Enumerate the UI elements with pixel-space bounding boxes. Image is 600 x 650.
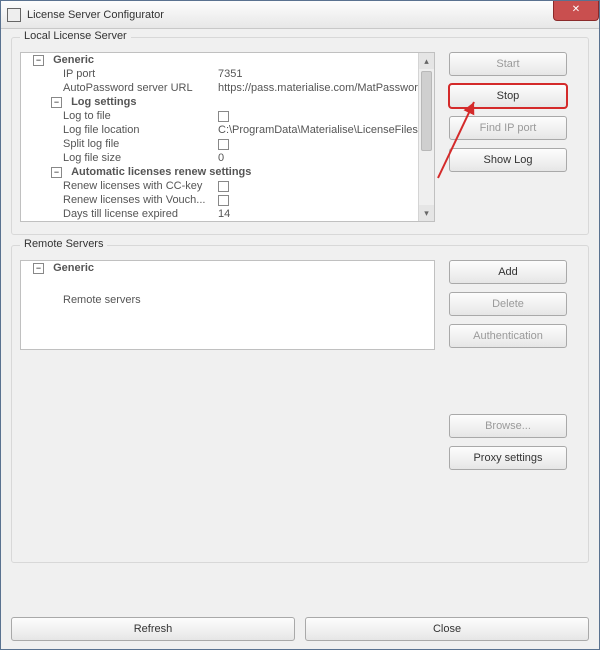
row-log-location-value[interactable]: C:\ProgramData\Materialise\LicenseFiles [216,123,418,137]
window: License Server Configurator ✕ Local Lice… [0,0,600,650]
browse-button[interactable]: Browse... [449,414,567,438]
collapse-icon[interactable]: − [33,55,44,66]
row-remote-servers-label: Remote servers [21,293,216,307]
row-days-till-label: Days till license expired [21,207,216,221]
stop-button[interactable]: Stop [449,84,567,108]
row-days-till-value[interactable]: 14 [216,207,418,221]
close-footer-button[interactable]: Close [305,617,589,641]
proxy-settings-button[interactable]: Proxy settings [449,446,567,470]
checkbox-renew-cc[interactable] [218,181,229,192]
local-side-buttons: Start Stop Find IP port Show Log [449,52,567,172]
section-log-settings: Log settings [71,96,136,108]
scroll-up-icon[interactable]: ▴ [419,53,434,69]
group-remote-label: Remote Servers [20,238,107,250]
checkbox-log-to-file[interactable] [218,111,229,122]
window-title: License Server Configurator [27,9,164,21]
row-log-location-label: Log file location [21,123,216,137]
collapse-icon[interactable]: − [51,167,62,178]
delete-button[interactable]: Delete [449,292,567,316]
app-icon [7,8,21,22]
checkbox-renew-vouch[interactable] [218,195,229,206]
row-remote-servers-value[interactable] [216,293,434,307]
scroll-down-icon[interactable]: ▾ [419,205,434,221]
footer: Refresh Close [11,617,589,641]
section-generic: Generic [53,54,94,66]
row-auto-url-label: AutoPassword server URL [21,81,216,95]
authentication-button[interactable]: Authentication [449,324,567,348]
section-remote-generic: Generic [53,262,94,274]
row-log-size-value[interactable]: 0 [216,151,418,165]
row-log-size-label: Log file size [21,151,216,165]
row-renew-cc-label: Renew licenses with CC-key [21,179,216,193]
find-ip-button[interactable]: Find IP port [449,116,567,140]
scroll-thumb[interactable] [421,71,432,151]
scrollbar[interactable]: ▴ ▾ [418,53,434,221]
row-renew-vouch-label: Renew licenses with Vouch... [21,193,216,207]
titlebar: License Server Configurator ✕ [1,1,599,29]
remote-side-buttons: Add Delete Authentication Browse... Prox… [449,260,567,470]
add-button[interactable]: Add [449,260,567,284]
row-split-log-label: Split log file [21,137,216,151]
group-local: Local License Server − Generic IP port 7… [11,37,589,235]
close-button[interactable]: ✕ [553,1,599,21]
section-auto-renew: Automatic licenses renew settings [71,166,251,178]
group-remote: Remote Servers − Generic Remote servers … [11,245,589,563]
start-button[interactable]: Start [449,52,567,76]
collapse-icon[interactable]: − [33,263,44,274]
collapse-icon[interactable]: − [51,97,62,108]
row-ip-port-label: IP port [21,67,216,81]
row-auto-url-value[interactable]: https://pass.materialise.com/MatPassword… [216,81,418,95]
row-log-to-file-label: Log to file [21,109,216,123]
content: Local License Server − Generic IP port 7… [1,29,599,579]
show-log-button[interactable]: Show Log [449,148,567,172]
refresh-button[interactable]: Refresh [11,617,295,641]
checkbox-split-log[interactable] [218,139,229,150]
remote-tree[interactable]: − Generic Remote servers [20,260,435,350]
row-ip-port-value[interactable]: 7351 [216,67,418,81]
local-tree[interactable]: − Generic IP port 7351 AutoPassword serv… [20,52,435,222]
group-local-label: Local License Server [20,30,131,42]
